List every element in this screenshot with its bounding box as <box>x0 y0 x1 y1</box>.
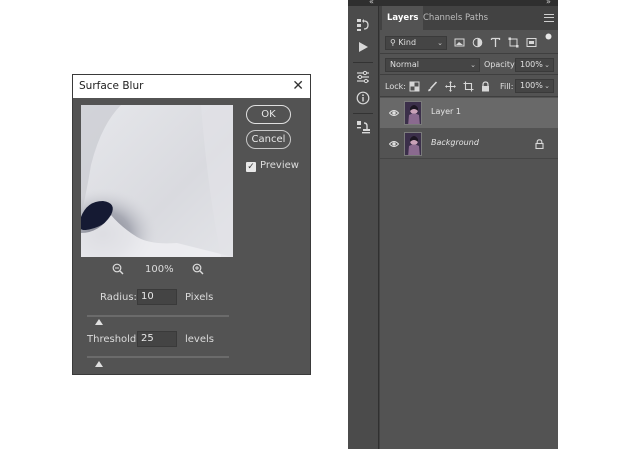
radius-unit: Pixels <box>185 292 214 303</box>
blend-mode-value: Normal <box>390 60 419 69</box>
preview-checkbox[interactable]: ✓ <box>246 162 256 172</box>
radius-slider[interactable] <box>87 315 229 317</box>
chevron-down-icon: ⌄ <box>437 39 443 47</box>
layer-row-background[interactable]: Background <box>380 129 558 159</box>
dialog-titlebar: Surface Blur ✕ <box>73 75 310 98</box>
fill-label: Fill: <box>500 82 514 91</box>
filter-adjustment-icon[interactable] <box>472 37 483 48</box>
filter-shape-icon[interactable] <box>508 37 519 48</box>
radius-label: Radius: <box>100 292 137 303</box>
blend-row: Normal ⌄ Opacity: 100% ⌄ <box>380 54 558 75</box>
filter-type-icon[interactable] <box>490 37 501 48</box>
layer-row-layer-1[interactable]: Layer 1 <box>380 98 558 128</box>
fill-value: 100% <box>520 81 543 90</box>
info-icon[interactable] <box>356 91 370 105</box>
opacity-label: Opacity: <box>484 60 517 69</box>
panel-tool-strip <box>348 6 379 449</box>
lock-all-icon[interactable] <box>480 81 491 92</box>
radius-slider-thumb[interactable] <box>95 319 103 325</box>
filter-toggle-icon[interactable] <box>543 33 554 44</box>
lock-row: Lock: Fill: 100% ⌄ <box>380 75 558 97</box>
zoom-out-icon[interactable] <box>112 263 124 275</box>
search-icon: ⚲ <box>390 38 396 47</box>
threshold-slider-thumb[interactable] <box>95 361 103 367</box>
threshold-input[interactable]: 25 <box>137 331 177 347</box>
opacity-input[interactable]: 100% ⌄ <box>515 58 554 72</box>
filter-smart-object-icon[interactable] <box>526 37 537 48</box>
panel-menu-icon[interactable] <box>544 14 554 22</box>
history-icon[interactable] <box>356 18 370 32</box>
lock-image-pixels-icon[interactable] <box>427 81 438 92</box>
lock-position-icon[interactable] <box>445 81 456 92</box>
lock-transparent-icon[interactable] <box>409 81 420 92</box>
panel-tabs: Layers Channels Paths <box>380 6 558 30</box>
layers-panel: Layers Channels Paths ⚲ Kind ⌄ Normal ⌄ … <box>380 6 558 449</box>
tool-divider <box>353 113 373 114</box>
visibility-eye-icon[interactable] <box>389 138 399 150</box>
chevron-down-icon: ⌄ <box>544 61 550 69</box>
tool-divider <box>353 62 373 63</box>
clone-source-icon[interactable] <box>356 120 370 134</box>
chevron-down-icon: ⌄ <box>544 82 550 90</box>
opacity-value: 100% <box>520 60 543 69</box>
close-icon[interactable]: ✕ <box>292 75 304 97</box>
dialog-title: Surface Blur <box>79 80 144 92</box>
preview-area[interactable] <box>81 105 233 257</box>
lock-label: Lock: <box>385 82 406 91</box>
visibility-eye-icon[interactable] <box>389 107 399 119</box>
chevron-down-icon: ⌄ <box>470 61 476 69</box>
layer-filter-row: ⚲ Kind ⌄ <box>380 30 558 54</box>
photoshop-panel-dock: « » Layers Channels Paths ⚲ Kind ⌄ Norma… <box>348 0 558 449</box>
zoom-in-icon[interactable] <box>192 263 204 275</box>
cancel-button[interactable]: Cancel <box>246 130 291 149</box>
checkbox-check-icon: ✓ <box>247 162 255 172</box>
threshold-slider[interactable] <box>87 356 229 358</box>
preview-image <box>81 105 233 257</box>
lock-artboard-icon[interactable] <box>463 81 474 92</box>
threshold-label: Threshold: <box>87 334 140 345</box>
filter-kind-label: Kind <box>398 38 417 47</box>
adjustments-icon[interactable] <box>356 70 370 84</box>
fill-input[interactable]: 100% ⌄ <box>515 79 554 93</box>
threshold-unit: levels <box>185 334 214 345</box>
tab-paths[interactable]: Paths <box>460 6 493 30</box>
preview-label: Preview <box>260 160 299 171</box>
layer-lock-icon <box>535 139 544 149</box>
filter-pixel-icon[interactable] <box>454 37 465 48</box>
radius-input[interactable]: 10 <box>137 289 177 305</box>
blend-mode-select[interactable]: Normal ⌄ <box>385 58 480 72</box>
zoom-level: 100% <box>145 264 174 275</box>
surface-blur-dialog: Surface Blur ✕ OK Cancel ✓ Preview 100% … <box>72 74 311 375</box>
filter-kind-select[interactable]: ⚲ Kind ⌄ <box>385 36 447 50</box>
layer-name[interactable]: Layer 1 <box>431 107 461 116</box>
ok-button[interactable]: OK <box>246 105 291 124</box>
layer-thumbnail <box>404 101 422 125</box>
layer-name[interactable]: Background <box>431 138 479 147</box>
layer-thumbnail <box>404 132 422 156</box>
play-action-icon[interactable] <box>356 40 370 54</box>
